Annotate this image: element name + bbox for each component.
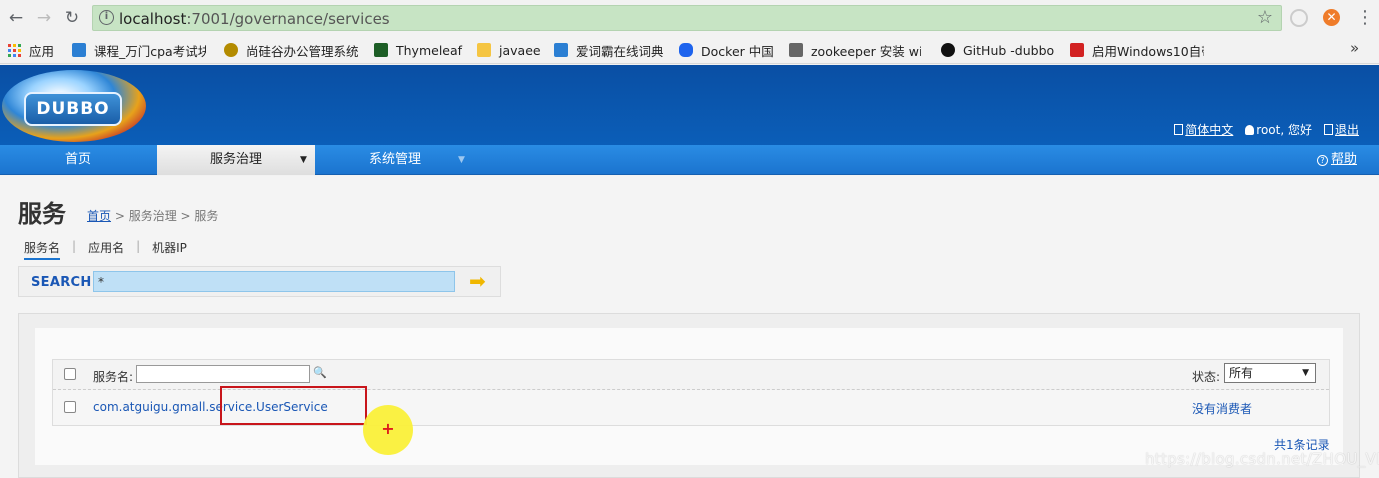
status-filter-label: 状态: — [1192, 370, 1221, 384]
language-link[interactable]: 简体中文 — [1174, 121, 1233, 138]
search-type-tabs: 服务名 | 应用名 | 机器IP — [24, 239, 187, 260]
help-icon: ? — [1316, 155, 1328, 166]
wanmen-icon — [72, 43, 86, 57]
arrow-right-icon[interactable]: ➡ — [469, 271, 491, 291]
row-checkbox[interactable] — [64, 401, 76, 413]
address-bar[interactable]: i localhost:7001/governance/services ☆ — [92, 5, 1282, 31]
annotation-highlight-box — [220, 386, 367, 425]
bookmark-zookeeper[interactable]: zookeeper 安装 wir — [789, 42, 921, 59]
atguigu-icon — [224, 43, 238, 57]
bookmark-docker[interactable]: Docker 中国 — [679, 42, 774, 59]
header-links: 简体中文 root, 您好 退出 — [1174, 121, 1359, 138]
browser-menu-icon[interactable]: ⋮ — [1356, 7, 1374, 28]
tab-application-name[interactable]: 应用名 — [88, 239, 124, 260]
select-all-checkbox[interactable] — [64, 368, 76, 380]
url-text[interactable]: localhost:7001/governance/services — [119, 10, 390, 28]
bookmark-iciba[interactable]: 爱词霸在线词典 — [554, 42, 664, 59]
reload-icon[interactable]: ↻ — [62, 8, 82, 28]
help-link[interactable]: ? 帮助 — [1316, 145, 1357, 175]
document-icon — [1174, 124, 1184, 135]
tab-divider: | — [72, 239, 77, 253]
browser-toolbar: ← → ↻ i localhost:7001/governance/servic… — [0, 0, 1379, 36]
apps-grid-icon — [8, 43, 21, 57]
bookmark-thymeleaf[interactable]: Thymeleaf — [374, 42, 462, 58]
watermark: https://blog.csdn.net/ZHOU_VIP — [1145, 450, 1379, 468]
main-nav: 首页 服务治理 ▼ 系统管理 ▼ ? 帮助 — [0, 145, 1379, 175]
bookmark-github[interactable]: GitHub -dubbo — [941, 42, 1054, 58]
logout-link[interactable]: 退出 — [1323, 121, 1359, 138]
bookmark-csdn[interactable]: 启用Windows10自带 — [1070, 42, 1204, 59]
bookmark-javaee[interactable]: javaee — [477, 42, 541, 58]
bookmarks-bar: 应用 课程_万门cpa考试块 尚硅谷办公管理系统 Thymeleaf javae… — [0, 36, 1379, 64]
extension-icon[interactable] — [1290, 9, 1308, 27]
search-icon[interactable]: 🔍 — [313, 366, 327, 379]
breadcrumb: 首页 > 服务治理 > 服务 — [87, 209, 219, 223]
search-bar: SEARCH ➡ — [18, 266, 501, 297]
logout-icon — [1323, 124, 1333, 135]
search-input[interactable] — [93, 271, 455, 292]
chevron-down-icon: ▼ — [458, 155, 465, 165]
chevron-down-icon: ▼ — [1302, 368, 1309, 378]
status-select[interactable]: 所有 ▼ — [1224, 363, 1316, 383]
nav-service-governance[interactable]: 服务治理 ▼ — [157, 145, 315, 175]
search-label: SEARCH — [31, 275, 92, 290]
app-header: DUBBO 简体中文 root, 您好 退出 — [0, 65, 1379, 145]
extension-orange-icon[interactable]: ✕ — [1323, 9, 1340, 26]
github-icon — [941, 43, 955, 57]
tab-machine-ip[interactable]: 机器IP — [152, 239, 187, 260]
dubbo-logo: DUBBO — [2, 70, 146, 142]
bookmark-atguigu[interactable]: 尚硅谷办公管理系统 — [224, 42, 359, 59]
folder-icon — [477, 43, 491, 57]
tab-divider: | — [136, 239, 141, 253]
cursor-highlight: + — [363, 405, 413, 455]
main-content: 服务 首页 > 服务治理 > 服务 服务名 | 应用名 | 机器IP SEARC… — [0, 176, 1379, 478]
nav-system-management[interactable]: 系统管理 ▼ — [316, 145, 474, 175]
nav-home[interactable]: 首页 — [0, 145, 156, 175]
csdn-icon — [1070, 43, 1084, 57]
breadcrumb-home[interactable]: 首页 — [87, 209, 111, 223]
forward-icon[interactable]: → — [34, 8, 54, 28]
user-greeting: root, 您好 — [1245, 121, 1312, 138]
logo-text: DUBBO — [24, 92, 122, 126]
iciba-icon — [554, 43, 568, 57]
thymeleaf-icon — [374, 43, 388, 57]
back-icon[interactable]: ← — [6, 8, 26, 28]
bookmark-star-icon[interactable]: ☆ — [1257, 7, 1273, 28]
service-name-filter-label: 服务名: — [93, 370, 134, 384]
chevron-down-icon: ▼ — [300, 155, 307, 165]
tab-service-name[interactable]: 服务名 — [24, 239, 61, 260]
bookmark-wanmen[interactable]: 课程_万门cpa考试块 — [72, 42, 206, 59]
page-title: 服务 — [18, 200, 66, 228]
consumer-status-link[interactable]: 没有消费者 — [1192, 400, 1252, 417]
user-icon — [1245, 125, 1255, 135]
service-name-filter-input[interactable] — [136, 365, 310, 383]
zookeeper-icon — [789, 43, 803, 57]
site-info-icon[interactable]: i — [99, 10, 114, 25]
bookmark-apps[interactable]: 应用 — [8, 42, 54, 59]
bookmarks-more-icon[interactable]: » — [1350, 39, 1359, 57]
docker-icon — [679, 43, 693, 57]
